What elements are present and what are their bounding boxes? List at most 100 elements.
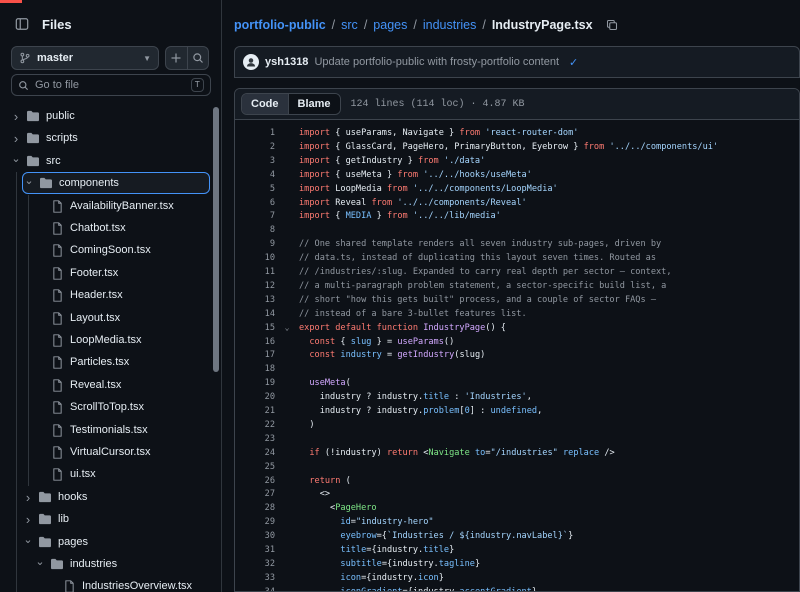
line-number[interactable]: 7: [235, 211, 275, 221]
chevron-down-icon[interactable]: ⌄: [34, 555, 46, 568]
fold-chevron-icon[interactable]: ⌄: [275, 323, 299, 332]
tab-code[interactable]: Code: [242, 94, 289, 114]
line-number[interactable]: 3: [235, 156, 275, 166]
tree-file[interactable]: VirtualCursor.tsx: [34, 441, 151, 463]
breadcrumb-link-industries[interactable]: industries: [423, 18, 477, 32]
line-number[interactable]: 14: [235, 309, 275, 319]
tree-item-label: Chatbot.tsx: [70, 222, 126, 234]
line-number[interactable]: 5: [235, 184, 275, 194]
tree-file[interactable]: Footer.tsx: [34, 262, 118, 284]
tree-file[interactable]: ScrollToTop.tsx: [34, 396, 144, 418]
tree-file[interactable]: Layout.tsx: [34, 307, 120, 329]
line-number[interactable]: 21: [235, 406, 275, 416]
line-number[interactable]: 6: [235, 198, 275, 208]
file-tree-sidebar: Files master ▼ T › public › scripts ⌄ src ⌄ com…: [0, 0, 222, 592]
line-number[interactable]: 1: [235, 128, 275, 138]
sidebar-header: Files: [10, 12, 72, 36]
tree-file[interactable]: IndustriesOverview.tsx: [46, 575, 192, 592]
folder-icon: [38, 535, 52, 549]
chevron-down-icon[interactable]: ⌄: [23, 174, 35, 187]
breadcrumb-repo-link[interactable]: portfolio-public: [234, 18, 326, 32]
latest-commit-bar: ysh1318 Update portfolio-public with fro…: [234, 46, 800, 78]
collapse-sidebar-button[interactable]: [10, 12, 34, 36]
chevron-right-icon[interactable]: ›: [22, 512, 34, 527]
chevron-down-icon[interactable]: ⌄: [22, 533, 34, 546]
tree-folder[interactable]: ⌄ src: [10, 150, 60, 172]
code-text: // data.ts, instead of duplicating this …: [299, 253, 656, 264]
line-number[interactable]: 11: [235, 267, 275, 277]
line-number[interactable]: 24: [235, 448, 275, 458]
breadcrumb-link-src[interactable]: src: [341, 18, 358, 32]
line-number[interactable]: 9: [235, 239, 275, 249]
tree-file[interactable]: Reveal.tsx: [34, 374, 121, 396]
line-number[interactable]: 31: [235, 545, 275, 555]
chevron-right-icon[interactable]: ›: [10, 131, 22, 146]
line-number[interactable]: 30: [235, 531, 275, 541]
line-number[interactable]: 19: [235, 378, 275, 388]
line-number[interactable]: 28: [235, 503, 275, 513]
file-icon: [50, 221, 64, 235]
code-line: 10 // data.ts, instead of duplicating thi…: [235, 251, 799, 265]
line-number[interactable]: 33: [235, 573, 275, 583]
avatar[interactable]: [243, 54, 259, 70]
tree-folder[interactable]: ⌄ components: [22, 172, 210, 194]
code-line: 30 eyebrow={`Industries / ${industry.nav…: [235, 529, 799, 543]
line-number[interactable]: 26: [235, 476, 275, 486]
scrollbar-thumb[interactable]: [213, 107, 219, 372]
chevron-down-icon[interactable]: ⌄: [10, 152, 22, 165]
line-number[interactable]: 15: [235, 323, 275, 333]
tree-file[interactable]: Header.tsx: [34, 284, 123, 306]
line-number[interactable]: 22: [235, 420, 275, 430]
tab-blame[interactable]: Blame: [288, 94, 340, 114]
line-number[interactable]: 10: [235, 253, 275, 263]
tree-folder[interactable]: › public: [10, 105, 75, 127]
chevron-right-icon[interactable]: ›: [22, 490, 34, 505]
line-number[interactable]: 23: [235, 434, 275, 444]
code-text: industry ? industry.problem[0] : undefin…: [299, 406, 543, 416]
tree-folder[interactable]: ⌄ pages: [22, 531, 88, 553]
copy-path-button[interactable]: [603, 16, 621, 34]
line-number[interactable]: 2: [235, 142, 275, 152]
code-text: iconGradient={industry.accentGradient}: [340, 586, 538, 592]
line-number[interactable]: 8: [235, 225, 275, 235]
go-to-file-input[interactable]: [35, 79, 191, 91]
tree-folder[interactable]: › hooks: [22, 486, 88, 508]
tree-file[interactable]: LoopMedia.tsx: [34, 329, 142, 351]
line-number[interactable]: 27: [235, 489, 275, 499]
line-number[interactable]: 34: [235, 587, 275, 591]
line-number[interactable]: 32: [235, 559, 275, 569]
branch-selector[interactable]: master ▼: [11, 46, 159, 70]
line-number[interactable]: 20: [235, 392, 275, 402]
search-button[interactable]: [186, 47, 209, 69]
tree-folder[interactable]: ⌄ industries: [34, 553, 117, 575]
line-number[interactable]: 12: [235, 281, 275, 291]
tree-folder[interactable]: › scripts: [10, 127, 78, 149]
tree-file[interactable]: Testimonials.tsx: [34, 419, 148, 441]
tree-folder[interactable]: › lib: [22, 508, 69, 530]
commit-author[interactable]: ysh1318: [265, 56, 308, 68]
code-line: 32 subtitle={industry.tagline}: [235, 557, 799, 571]
line-number[interactable]: 16: [235, 337, 275, 347]
tree-item-label: industries: [70, 558, 118, 570]
sidebar-title: Files: [42, 16, 72, 32]
code-text: eyebrow={`Industries / ${industry.navLab…: [340, 531, 574, 542]
chevron-right-icon[interactable]: ›: [10, 109, 22, 124]
line-number[interactable]: 17: [235, 350, 275, 360]
breadcrumb-separator: /: [482, 18, 486, 32]
tree-file[interactable]: Particles.tsx: [34, 351, 129, 373]
line-number[interactable]: 4: [235, 170, 275, 180]
tree-file[interactable]: Chatbot.tsx: [34, 217, 126, 239]
code-text: import { getIndustry } from './data': [299, 155, 486, 166]
tree-file[interactable]: ui.tsx: [34, 463, 96, 485]
tree-item-label: LoopMedia.tsx: [70, 334, 142, 346]
line-number[interactable]: 25: [235, 462, 275, 472]
tree-file[interactable]: ComingSoon.tsx: [34, 239, 151, 261]
commit-message[interactable]: Update portfolio-public with frosty-port…: [314, 56, 559, 68]
line-number[interactable]: 29: [235, 517, 275, 527]
line-number[interactable]: 18: [235, 364, 275, 374]
sidebar-scrollbar[interactable]: [212, 105, 220, 592]
add-file-button[interactable]: [166, 47, 187, 69]
breadcrumb-link-pages[interactable]: pages: [373, 18, 407, 32]
line-number[interactable]: 13: [235, 295, 275, 305]
tree-file[interactable]: AvailabilityBanner.tsx: [34, 195, 174, 217]
